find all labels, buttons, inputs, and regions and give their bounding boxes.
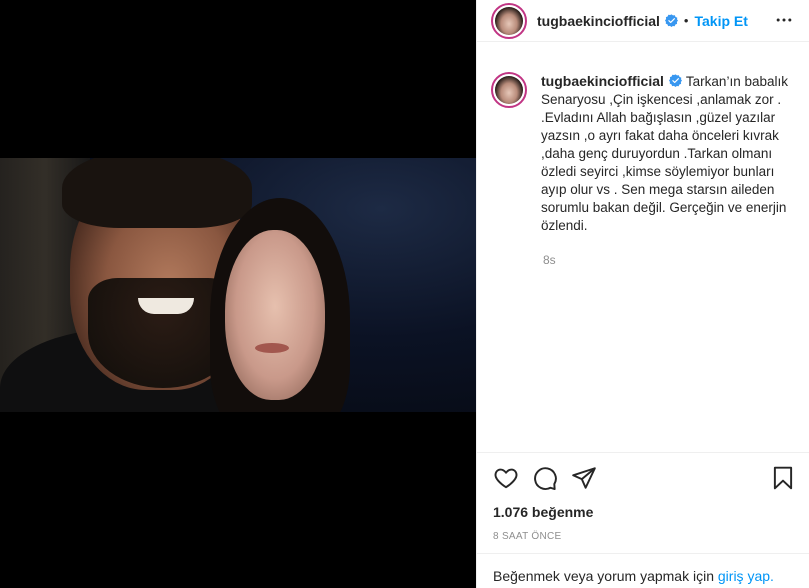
login-link[interactable]: giriş yap. bbox=[718, 568, 774, 584]
bookmark-icon[interactable] bbox=[770, 465, 796, 491]
comment-icon[interactable] bbox=[532, 465, 558, 491]
like-count[interactable]: 1.076 beğenme bbox=[493, 504, 593, 520]
follow-button[interactable]: Takip Et bbox=[694, 13, 747, 29]
post-photo bbox=[0, 158, 476, 412]
heart-icon[interactable] bbox=[493, 465, 519, 491]
verified-badge-icon bbox=[668, 74, 682, 87]
header-username[interactable]: tugbaekinciofficial bbox=[537, 13, 660, 29]
more-options-icon[interactable] bbox=[774, 10, 794, 30]
caption-avatar[interactable] bbox=[491, 72, 527, 108]
caption-username[interactable]: tugbaekinciofficial bbox=[541, 73, 664, 89]
caption-text-block: tugbaekinciofficial Tarkan’ın babalık Se… bbox=[541, 72, 799, 235]
post-caption: tugbaekinciofficial Tarkan’ın babalık Se… bbox=[491, 72, 801, 235]
caption-timestamp: 8s bbox=[543, 253, 556, 267]
verified-badge-icon bbox=[664, 14, 678, 27]
separator-dot: • bbox=[683, 13, 689, 28]
avatar[interactable] bbox=[491, 2, 527, 39]
action-bar bbox=[477, 452, 809, 500]
login-prompt-text: Beğenmek veya yorum yapmak için bbox=[493, 568, 714, 584]
post-media[interactable] bbox=[0, 0, 476, 588]
post-header: tugbaekinciofficial • Takip Et bbox=[477, 0, 809, 42]
post-date[interactable]: 8 SAAT ÖNCE bbox=[493, 531, 562, 542]
post-side-panel: tugbaekinciofficial • Takip Et tugbaekin… bbox=[476, 0, 809, 588]
share-icon[interactable] bbox=[571, 465, 597, 491]
caption-body: Tarkan’ın babalık Senaryosu ,Çin işkence… bbox=[541, 74, 788, 233]
login-bar: Beğenmek veya yorum yapmak için giriş ya… bbox=[477, 553, 809, 588]
